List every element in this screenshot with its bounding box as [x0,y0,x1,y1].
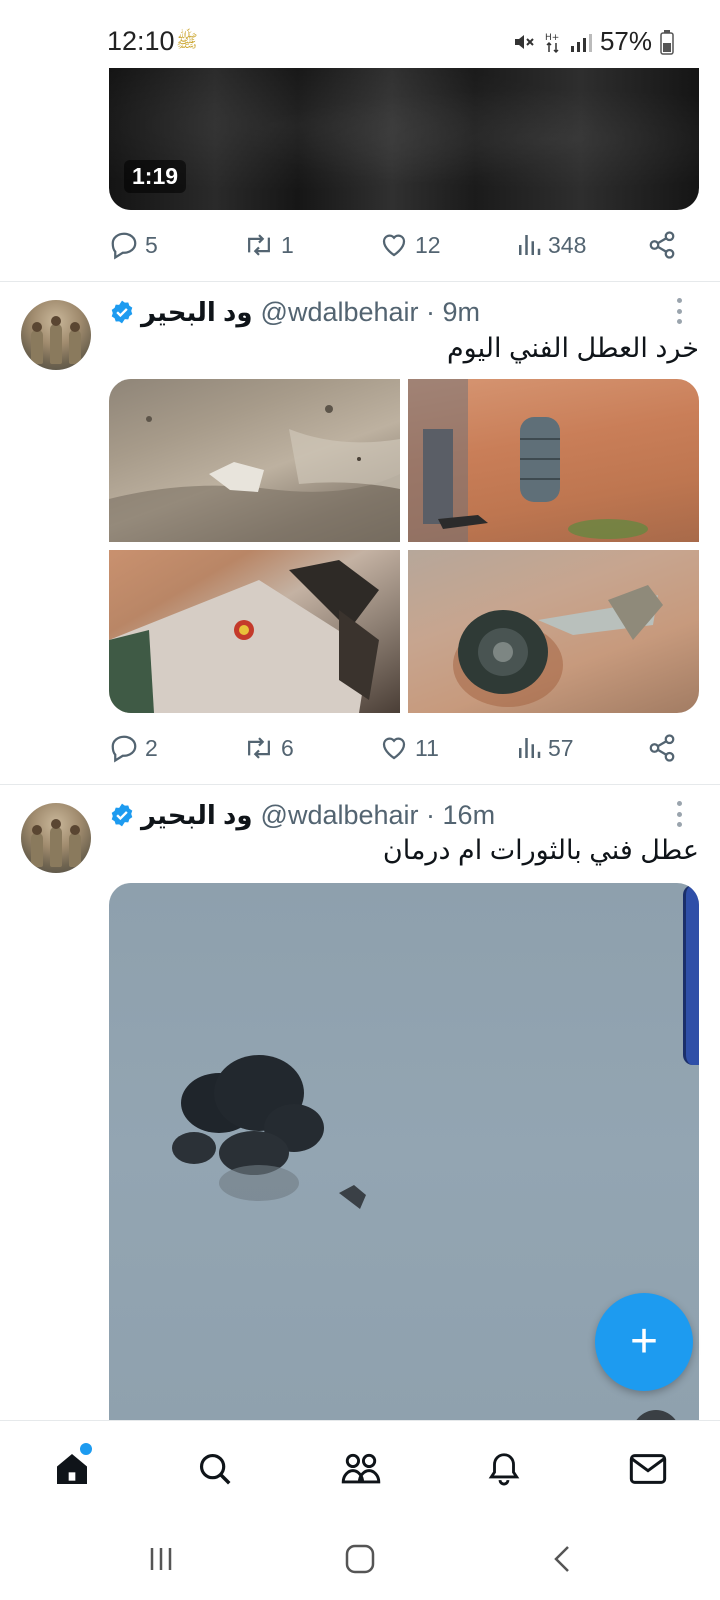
share-icon [649,734,675,762]
data-icon: H+ [545,33,559,53]
views-icon [519,738,541,758]
tweet-divider [0,281,720,282]
home-button-icon[interactable] [344,1544,376,1574]
nav-messages[interactable] [624,1445,672,1493]
battery-percent: 57% [599,26,652,56]
nav-notifications[interactable] [480,1445,528,1493]
display-name[interactable]: ود البحير [141,297,253,328]
display-name[interactable]: ود البحير [141,800,253,831]
messages-icon [629,1454,667,1484]
system-nav [0,1516,720,1600]
reply-button[interactable]: 5 [109,230,158,260]
tweet-header: ود البحير @wdalbehair · 16m [109,797,699,833]
tweet-text: عطل فني بالثورات ام درمان [382,835,699,865]
media-image-missile-part[interactable] [408,379,699,542]
avatar[interactable] [21,803,91,873]
notifications-icon [488,1453,520,1486]
handle-time: @wdalbehair · 9m [260,296,481,327]
share-button[interactable] [647,733,677,763]
retweet-button[interactable]: 6 [243,733,294,763]
status-icons: H+ 57% [512,26,674,57]
battery-icon [660,29,674,55]
notification-dot [80,1443,92,1455]
like-button[interactable]: 12 [379,230,441,260]
avatar[interactable] [21,300,91,370]
views-icon [519,235,541,255]
reply-count: 2 [145,734,158,761]
views-button[interactable]: 348 [516,230,586,260]
retweet-button[interactable]: 1 [243,230,294,260]
reply-icon [111,735,137,763]
mute-icon [514,34,534,49]
retweet-icon [248,737,270,759]
search-icon [199,1453,231,1485]
nav-search[interactable] [191,1445,239,1493]
views-count: 57 [548,734,574,761]
like-button[interactable]: 11 [379,733,439,763]
retweet-count: 1 [281,231,294,258]
tweet-video[interactable]: 1:19 [109,68,699,210]
status-time: 12:10 [107,26,175,56]
tweet-actions: 2 6 11 57 [109,728,699,768]
retweet-icon [248,234,270,256]
more-options-icon[interactable] [677,801,683,827]
share-button[interactable] [647,230,677,260]
communities-icon [341,1453,381,1484]
more-options-icon[interactable] [677,298,683,324]
media-image-wreckage[interactable] [109,379,400,542]
svg-text:H+: H+ [545,33,559,43]
share-icon [649,231,675,259]
compose-button[interactable]: + [595,1293,693,1391]
video-duration: 1:19 [124,160,187,193]
tweet-media-grid [109,379,699,713]
nav-communities[interactable] [337,1445,385,1493]
tweet-divider [0,784,720,785]
like-count: 11 [415,734,439,761]
status-extra-icon: ﷺ [176,31,198,51]
handle-time: @wdalbehair · 16m [260,799,496,830]
heart-icon [382,737,406,760]
media-image-landing-gear[interactable] [408,550,699,713]
verified-badge-icon [111,803,133,827]
signal-icon [570,33,592,52]
reply-button[interactable]: 2 [109,733,158,763]
reply-icon [111,232,137,260]
back-icon[interactable] [550,1544,574,1574]
media-image-wing-debris[interactable] [109,550,400,713]
status-bar: 12:10 ﷺ H+ 57% [0,0,720,68]
plus-icon: + [629,1315,659,1368]
retweet-count: 6 [281,734,294,761]
views-count: 348 [548,231,587,258]
heart-icon [382,234,406,257]
views-button[interactable]: 57 [516,733,574,763]
tweet-text: خرد العطل الفني اليوم [446,333,699,363]
recents-icon[interactable] [146,1544,176,1574]
reply-count: 5 [145,231,158,258]
bottom-nav [0,1420,720,1516]
home-icon [57,1454,87,1484]
tweet-header: ود البحير @wdalbehair · 9m [109,294,699,330]
like-count: 12 [415,231,441,258]
verified-badge-icon [111,300,133,324]
tweet-actions: 5 1 12 348 [109,225,699,265]
